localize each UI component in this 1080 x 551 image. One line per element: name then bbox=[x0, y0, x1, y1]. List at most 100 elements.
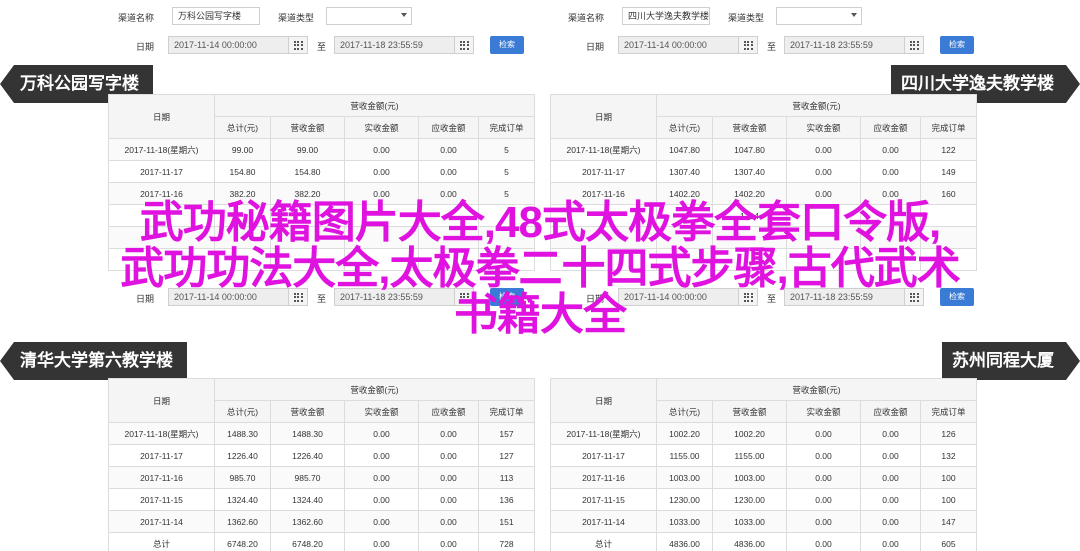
calendar-to-button[interactable] bbox=[904, 36, 924, 54]
table-cell: 1003.00 bbox=[712, 466, 787, 489]
calendar-icon bbox=[293, 40, 303, 50]
calendar-to-button[interactable] bbox=[454, 36, 474, 54]
table-row: 2017-11-18(星期六) 1047.80 1047.80 0.00 0.00 122 bbox=[550, 138, 977, 161]
table-cell: 0.00 bbox=[860, 138, 921, 161]
sub-column-header: 实收金额 bbox=[344, 400, 419, 423]
calendar-icon bbox=[909, 292, 919, 302]
calendar-from-button[interactable] bbox=[738, 36, 758, 54]
revenue-group-header: 营收金额(元) bbox=[214, 378, 535, 401]
table-cell: 1402.20 bbox=[712, 182, 787, 205]
date-from-input[interactable]: 2017-11-14 00:00:00 bbox=[618, 36, 740, 54]
table-cell: 1047.80 bbox=[656, 138, 713, 161]
calendar-to-button[interactable] bbox=[454, 288, 474, 306]
revenue-group-header: 营收金额(元) bbox=[656, 378, 977, 401]
table-cell bbox=[418, 226, 479, 249]
table-row: 2017-11-17 1155.00 1155.00 0.00 0.00 132 bbox=[550, 444, 977, 467]
date-to-input[interactable]: 2017-11-18 23:55:59 bbox=[784, 288, 906, 306]
table-cell: 99.00 bbox=[214, 138, 271, 161]
table-cell bbox=[656, 248, 713, 271]
calendar-from-button[interactable] bbox=[288, 36, 308, 54]
date-from-input[interactable]: 2017-11-14 00:00:00 bbox=[168, 36, 290, 54]
table-cell bbox=[656, 226, 713, 249]
table-cell: 1226.40 bbox=[214, 444, 271, 467]
date-to-input[interactable]: 2017-11-18 23:55:59 bbox=[784, 36, 906, 54]
calendar-from-button[interactable] bbox=[738, 288, 758, 306]
table-cell bbox=[478, 226, 535, 249]
sub-column-header: 实收金额 bbox=[786, 400, 861, 423]
table-cell: 1047.80 bbox=[712, 138, 787, 161]
revenue-table: 日期 营收金额(元) 总计(元) 营收金额 实收金额 应收金额 完成订单 2017-11-18… bbox=[550, 378, 977, 551]
table-cell bbox=[786, 226, 861, 249]
table-cell: 0.00 bbox=[786, 138, 861, 161]
table-cell: 1155.00 bbox=[712, 444, 787, 467]
table-cell: 0.00 bbox=[860, 422, 921, 445]
table-cell: 0.00 bbox=[344, 510, 419, 533]
table-cell: 2017-11-17 bbox=[108, 444, 215, 467]
table-row: 2017-11-18(星期六) 1002.20 1002.20 0.00 0.00 126 bbox=[550, 422, 977, 445]
table-row: 2017-11-17 154.80 154.80 0.00 0.00 5 bbox=[108, 160, 535, 183]
channel-type-label: 渠道类型 bbox=[278, 13, 315, 23]
table-cell bbox=[270, 204, 345, 227]
table-row: 2017-11-16 1402.20 1402.20 0.00 0.00 160 bbox=[550, 182, 977, 205]
sub-column-header: 营收金额 bbox=[712, 116, 787, 139]
report-panel-4: 日期 2017-11-14 00:00:00 至 2017-11-18 23:55:5… bbox=[540, 276, 1080, 551]
table-row bbox=[550, 226, 977, 249]
table-row: 2017-11-17 1307.40 1307.40 0.00 0.00 149 bbox=[550, 160, 977, 183]
date-column-header: 日期 bbox=[550, 378, 657, 423]
table-cell: 5 bbox=[478, 138, 535, 161]
table-cell bbox=[656, 204, 713, 227]
table-cell bbox=[478, 248, 535, 271]
table-cell: 6748.20 bbox=[270, 532, 345, 551]
chevron-down-icon bbox=[401, 13, 407, 17]
table-cell: 0.00 bbox=[344, 182, 419, 205]
date-to-input[interactable]: 2017-11-18 23:55:59 bbox=[334, 36, 456, 54]
table-cell: 4836.00 bbox=[712, 532, 787, 551]
calendar-icon bbox=[743, 40, 753, 50]
channel-name-label: 渠道名称 bbox=[568, 13, 605, 23]
date-to-input[interactable]: 2017-11-18 23:55:59 bbox=[334, 288, 456, 306]
channel-type-select[interactable] bbox=[776, 7, 862, 25]
table-row: 2017-11-14 1033.00 1033.00 0.00 0.00 147 bbox=[550, 510, 977, 533]
table-row: 2017-11-16 985.70 985.70 0.00 0.00 113 bbox=[108, 466, 535, 489]
table-cell: 154.80 bbox=[270, 160, 345, 183]
table-cell: 0.00 bbox=[418, 466, 479, 489]
search-button[interactable]: 检索 bbox=[490, 288, 524, 306]
table-cell: 2017-11-18(星期六) bbox=[108, 138, 215, 161]
table-cell: 0.00 bbox=[418, 422, 479, 445]
table-cell: 总计 bbox=[550, 532, 657, 551]
table-cell bbox=[920, 248, 977, 271]
table-cell: 1033.00 bbox=[656, 510, 713, 533]
table-cell: 0.00 bbox=[344, 444, 419, 467]
table-cell: 382.20 bbox=[214, 182, 271, 205]
table-cell: 0.00 bbox=[344, 532, 419, 551]
sub-column-header: 完成订单 bbox=[478, 116, 535, 139]
channel-name-input[interactable]: 万科公园写字楼 bbox=[172, 7, 260, 25]
calendar-icon bbox=[459, 292, 469, 302]
table-cell: 2017-11-16 bbox=[108, 182, 215, 205]
channel-type-select[interactable] bbox=[326, 7, 412, 25]
table-cell: 0.00 bbox=[344, 488, 419, 511]
revenue-group-header: 营收金额(元) bbox=[656, 94, 977, 117]
channel-name-input[interactable]: 四川大学逸夫教学楼 bbox=[622, 7, 710, 25]
sub-column-header: 营收金额 bbox=[270, 400, 345, 423]
calendar-to-button[interactable] bbox=[904, 288, 924, 306]
table-cell: 99.00 bbox=[270, 138, 345, 161]
search-button[interactable]: 检索 bbox=[940, 36, 974, 54]
calendar-icon bbox=[909, 40, 919, 50]
table-cell: 147 bbox=[920, 510, 977, 533]
table-cell bbox=[550, 226, 657, 249]
search-button[interactable]: 检索 bbox=[940, 288, 974, 306]
table-row: 2017-11-14 1362.60 1362.60 0.00 0.00 151 bbox=[108, 510, 535, 533]
table-cell bbox=[712, 226, 787, 249]
date-from-input[interactable]: 2017-11-14 00:00:00 bbox=[168, 288, 290, 306]
table-cell: 151 bbox=[478, 510, 535, 533]
table-row bbox=[108, 226, 535, 249]
channel-type-label: 渠道类型 bbox=[728, 13, 765, 23]
table-cell: 0.00 bbox=[344, 466, 419, 489]
calendar-from-button[interactable] bbox=[288, 288, 308, 306]
table-cell: 2017-11-18(星期六) bbox=[550, 138, 657, 161]
date-from-input[interactable]: 2017-11-14 00:00:00 bbox=[618, 288, 740, 306]
search-button[interactable]: 检索 bbox=[490, 36, 524, 54]
table-cell bbox=[270, 226, 345, 249]
table-cell bbox=[920, 204, 977, 227]
